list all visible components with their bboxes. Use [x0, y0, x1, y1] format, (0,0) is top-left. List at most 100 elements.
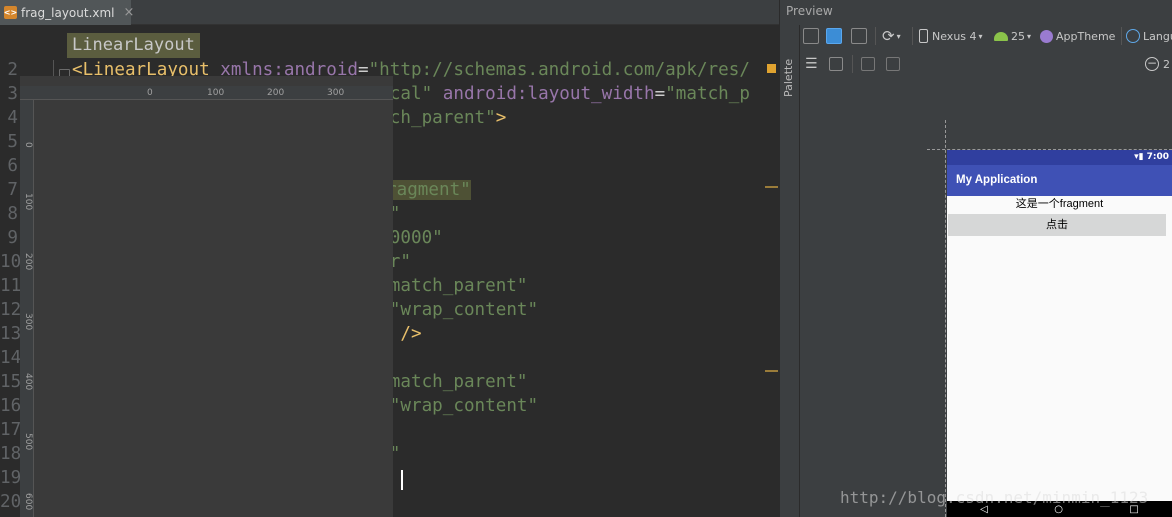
line-number: 8 — [7, 204, 18, 224]
close-tab-icon[interactable]: × — [124, 5, 135, 20]
hamburger-button[interactable]: ☰ — [805, 53, 818, 75]
line-number: 13 — [0, 324, 22, 344]
text-view[interactable]: 这是一个fragment — [947, 196, 1172, 212]
device-label: Nexus 4 — [932, 29, 977, 43]
file-tab-label: frag_layout.xml — [21, 5, 115, 20]
api-selector[interactable]: 25 ▾ — [994, 25, 1031, 47]
zoom-out-icon: − — [1145, 56, 1159, 71]
zoom-fit-button[interactable] — [861, 53, 875, 75]
code-token: "match_parent" — [379, 372, 528, 392]
grid-icon — [826, 28, 842, 44]
design-view-button[interactable] — [803, 25, 819, 47]
editor-scrollbar[interactable] — [766, 60, 778, 517]
fit-icon — [861, 57, 875, 71]
app-bar-title: My Application — [947, 165, 1172, 196]
code-token: android:layout_width — [442, 84, 655, 104]
line-number: 18 — [0, 444, 22, 464]
code-token: "wrap_content" — [389, 300, 539, 320]
menu-icon: ☰ — [805, 56, 818, 72]
code-token: = — [654, 84, 666, 104]
ruler-tick-label: 500 — [23, 433, 33, 451]
toolbar-divider — [1121, 27, 1122, 45]
ruler-tick-label: 0 — [23, 142, 33, 148]
editor-tab-bar: <> frag_layout.xml × — [0, 0, 779, 25]
ruler-tick-label: 300 — [327, 88, 345, 98]
line-number: 20 — [0, 492, 22, 512]
ruler-tick-label: 600 — [23, 493, 33, 511]
line-number: 10 — [0, 252, 22, 272]
palette-label[interactable]: Palette — [782, 59, 795, 97]
watermark: http://blog.csdn.net/minmin_1123 — [840, 488, 1149, 507]
split-icon — [851, 28, 867, 44]
preview-button[interactable]: 点击 — [948, 214, 1166, 236]
warning-indicator-icon[interactable] — [767, 64, 776, 73]
breadcrumb[interactable]: LinearLayout — [67, 33, 200, 58]
ruler-toggle[interactable] — [829, 53, 843, 75]
theme-label: AppTheme — [1056, 29, 1116, 43]
line-number: 14 — [0, 348, 22, 368]
language-selector[interactable]: Langu — [1126, 25, 1172, 47]
status-bar: ▾▮ 7:00 — [947, 150, 1172, 165]
android-icon — [994, 31, 1008, 41]
toolbar-divider — [912, 27, 913, 45]
orientation-button[interactable]: ⟳ ▾ — [882, 25, 901, 47]
preview-title: Preview — [786, 4, 833, 18]
ruler-tick-label: 200 — [267, 88, 285, 98]
wifi-icon: ▾▮ — [1134, 152, 1144, 162]
theme-icon — [1040, 29, 1053, 43]
line-number: 5 — [7, 132, 18, 152]
design-canvas[interactable] — [20, 76, 393, 517]
zoom-label: 2 — [1163, 57, 1170, 71]
globe-icon — [1126, 29, 1140, 43]
split-view-button[interactable] — [851, 25, 867, 47]
line-number: 17 — [0, 420, 22, 440]
code-token: "match_p — [665, 84, 750, 104]
device-guide-line — [945, 120, 946, 517]
line-number: 15 — [0, 372, 22, 392]
code-token: > — [495, 108, 507, 128]
device-selector[interactable]: Nexus 4 ▾ — [919, 25, 983, 47]
refresh-icon — [886, 57, 900, 71]
line-number: 6 — [7, 156, 18, 176]
toolbar-divider — [852, 55, 853, 73]
language-label: Langu — [1143, 29, 1172, 43]
theme-selector[interactable]: AppTheme — [1040, 25, 1115, 47]
line-number: 2 — [7, 60, 18, 80]
ruler-icon — [829, 57, 843, 71]
ruler-tick-label: 400 — [23, 373, 33, 391]
layout-icon — [803, 28, 819, 44]
code-token: /> — [400, 324, 422, 344]
refresh-button[interactable] — [886, 53, 900, 75]
line-number: 7 — [7, 180, 18, 200]
line-number: 12 — [0, 300, 22, 320]
line-number: 11 — [0, 276, 22, 296]
device-screen[interactable]: ▾▮ 7:00 My Application 这是一个fragment 点击 ◁ … — [947, 150, 1172, 517]
line-number: 19 — [0, 468, 22, 488]
api-label: 25 — [1011, 29, 1025, 43]
error-stripe-mark[interactable] — [765, 186, 778, 188]
ruler-tick-label: 200 — [23, 253, 33, 271]
ruler-tick-label: 0 — [147, 88, 153, 98]
ruler-top: 0 100 200 300 — [20, 86, 393, 100]
line-number: 3 — [7, 84, 18, 104]
status-time: 7:00 — [1146, 152, 1169, 162]
error-stripe-mark[interactable] — [765, 370, 778, 372]
ruler-tick-label: 100 — [23, 193, 33, 211]
line-number: 9 — [7, 228, 18, 248]
ruler-left: 0 100 200 300 400 500 600 — [20, 100, 34, 517]
rotate-icon: ⟳ — [882, 27, 895, 45]
zoom-out-button[interactable]: − 2 — [1145, 53, 1170, 75]
file-tab[interactable]: <> frag_layout.xml × — [0, 0, 134, 25]
toolbar-divider — [875, 27, 876, 45]
blueprint-button[interactable] — [826, 25, 842, 47]
line-number: 16 — [0, 396, 22, 416]
code-token: "http://schemas.android.com/apk/res/ — [368, 60, 750, 80]
code-token: "wrap_content" — [389, 396, 539, 416]
phone-icon — [919, 29, 928, 43]
line-number: 4 — [7, 108, 18, 128]
xml-file-icon: <> — [3, 6, 18, 19]
palette-strip[interactable]: Palette — [780, 25, 800, 517]
text-caret — [401, 470, 403, 490]
ruler-tick-label: 300 — [23, 313, 33, 331]
code-token: "match_parent" — [379, 276, 528, 296]
